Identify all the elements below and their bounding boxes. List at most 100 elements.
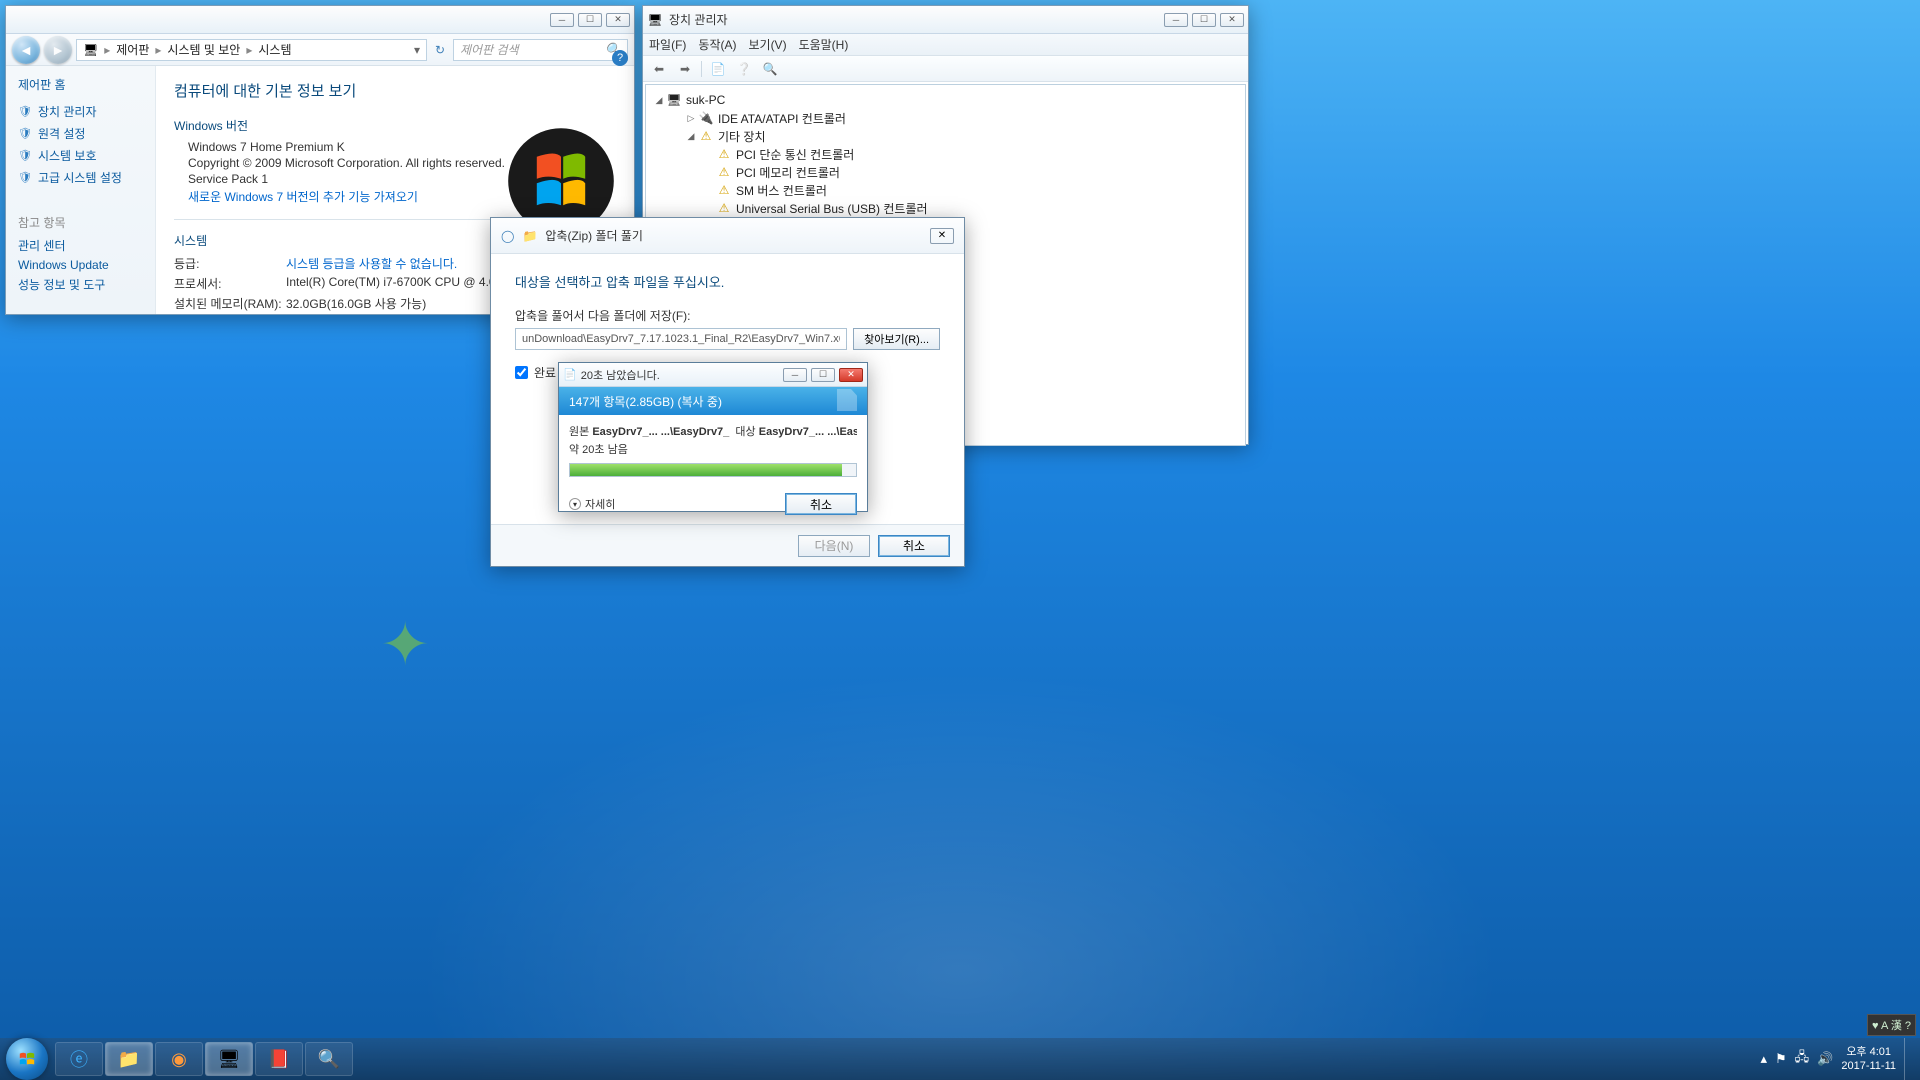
close-button[interactable]: ✕: [839, 368, 863, 382]
tree-label: PCI 단순 통신 컨트롤러: [736, 146, 854, 163]
kv-rating-key: 등급:: [174, 255, 286, 272]
ext-heading: 대상을 선택하고 압축 파일을 푸십시오.: [515, 272, 940, 291]
dm-menubar: 파일(F) 동작(A) 보기(V) 도움말(H): [643, 34, 1248, 56]
close-button[interactable]: ✕: [930, 228, 954, 244]
warning-icon: ⚠: [716, 164, 732, 180]
clock-time: 오후 4:01: [1841, 1045, 1896, 1059]
sidebar-link-remote[interactable]: 🛡원격 설정: [18, 125, 143, 142]
copy-headline-bar: 147개 항목(2.85GB) (복사 중): [559, 387, 867, 415]
menu-file[interactable]: 파일(F): [649, 36, 686, 53]
close-button[interactable]: ✕: [606, 13, 630, 27]
breadcrumb-icon: 🖥: [83, 43, 98, 57]
dm-titlebar[interactable]: 🖥 장치 관리자 ─ ☐ ✕: [643, 6, 1248, 34]
ref-link-label: 성능 정보 및 도구: [18, 276, 105, 293]
ime-indicator[interactable]: ♥ A 漢 ?: [1867, 1014, 1916, 1036]
tb-forward[interactable]: ➡: [675, 59, 695, 79]
pdf-icon: 📕: [268, 1049, 290, 1070]
details-toggle[interactable]: ▾자세히: [569, 496, 615, 512]
tray-chevron-icon[interactable]: ▴: [1760, 1051, 1767, 1067]
page-title: 컴퓨터에 대한 기본 정보 보기: [174, 80, 616, 101]
copy-progress-window: 📄 20초 남았습니다. ─ ☐ ✕ 147개 항목(2.85GB) (복사 중…: [558, 362, 868, 512]
breadcrumb[interactable]: 🖥 ▸ 제어판 ▸ 시스템 및 보안 ▸ 시스템 ▾: [76, 39, 427, 61]
search-placeholder: 제어판 검색: [460, 41, 519, 58]
bc-item-1[interactable]: 시스템 및 보안: [167, 41, 240, 58]
breadcrumb-dropdown[interactable]: ▾: [414, 43, 420, 57]
bc-item-0[interactable]: 제어판: [116, 41, 149, 58]
sidebar-link-device-manager[interactable]: 🛡장치 관리자: [18, 103, 143, 120]
shield-icon: 🛡: [18, 171, 32, 184]
tree-row[interactable]: ⚠SM 버스 컨트롤러: [652, 181, 1239, 199]
ref-link-action-center[interactable]: 관리 센터: [18, 237, 143, 254]
cp-icon: 🖥: [218, 1049, 241, 1070]
forward-button[interactable]: ►: [44, 36, 72, 64]
maximize-button[interactable]: ☐: [811, 368, 835, 382]
menu-help[interactable]: 도움말(H): [799, 36, 849, 53]
ext-titlebar[interactable]: ◯ 📁 압축(Zip) 폴더 풀기 ✕: [491, 218, 964, 254]
control-panel-home-link[interactable]: 제어판 홈: [18, 76, 143, 93]
menu-action[interactable]: 동작(A): [698, 36, 736, 53]
sidebar-link-protection[interactable]: 🛡시스템 보호: [18, 147, 143, 164]
shield-icon: 🛡: [18, 105, 32, 118]
next-button[interactable]: 다음(N): [798, 535, 870, 557]
menu-view[interactable]: 보기(V): [748, 36, 786, 53]
start-button[interactable]: [6, 1038, 48, 1080]
tree-root[interactable]: ◢🖥suk-PC: [652, 91, 1239, 109]
maximize-button[interactable]: ☐: [1192, 13, 1216, 27]
back-arrow-icon[interactable]: ◯: [501, 229, 514, 243]
tb-properties[interactable]: 📄: [708, 59, 728, 79]
show-desktop-button[interactable]: [1904, 1038, 1914, 1080]
ref-link-perf[interactable]: 성능 정보 및 도구: [18, 276, 143, 293]
tray-network-icon[interactable]: 🖧: [1795, 1048, 1810, 1070]
sidebar-link-advanced[interactable]: 🛡 고급 시스템 설정: [18, 169, 143, 186]
cancel-button[interactable]: 취소: [878, 535, 950, 557]
minimize-button[interactable]: ─: [550, 13, 574, 27]
tb-scan[interactable]: 🔍: [760, 59, 780, 79]
browse-button[interactable]: 찾아보기(R)...: [853, 328, 940, 350]
ext-title-text: 압축(Zip) 폴더 풀기: [545, 227, 643, 244]
taskbar-item-explorer[interactable]: 📁: [105, 1042, 153, 1076]
kv-mem-val: 32.0GB(16.0GB 사용 가능): [286, 295, 426, 312]
minimize-button[interactable]: ─: [1164, 13, 1188, 27]
ref-link-label: 관리 센터: [18, 237, 66, 254]
taskbar-item-ie[interactable]: ⓔ: [55, 1042, 103, 1076]
cp-titlebar[interactable]: ─ ☐ ✕: [6, 6, 634, 34]
tree-label: IDE ATA/ATAPI 컨트롤러: [718, 110, 846, 127]
refresh-button[interactable]: ↻: [431, 43, 449, 57]
close-button[interactable]: ✕: [1220, 13, 1244, 27]
sidebar-link-label: 고급 시스템 설정: [38, 169, 122, 186]
bc-item-2[interactable]: 시스템: [258, 41, 291, 58]
details-label: 자세히: [585, 496, 615, 512]
tree-row[interactable]: ⚠Universal Serial Bus (USB) 컨트롤러: [652, 199, 1239, 217]
search-input[interactable]: 제어판 검색 🔍: [453, 39, 628, 61]
tree-row[interactable]: ▷🔌IDE ATA/ATAPI 컨트롤러: [652, 109, 1239, 127]
back-button[interactable]: ◄: [12, 36, 40, 64]
warning-icon: ⚠: [716, 146, 732, 162]
taskbar-item-wmp[interactable]: ◉: [155, 1042, 203, 1076]
clock[interactable]: 오후 4:01 2017-11-11: [1841, 1045, 1896, 1073]
help-icon[interactable]: ?: [612, 50, 628, 66]
copy-titlebar[interactable]: 📄 20초 남았습니다. ─ ☐ ✕: [559, 363, 867, 387]
ref-link-windows-update[interactable]: Windows Update: [18, 258, 143, 272]
shield-icon: 🛡: [18, 127, 32, 140]
maximize-button[interactable]: ☐: [578, 13, 602, 27]
tb-back[interactable]: ⬅: [649, 59, 669, 79]
taskbar-item-control-panel[interactable]: 🖥: [205, 1042, 253, 1076]
minimize-button[interactable]: ─: [783, 368, 807, 382]
copy-src-line: 원본 EasyDrv7_... ...\EasyDrv7_ 대상 EasyDrv…: [569, 423, 857, 439]
taskbar-item-acrobat[interactable]: 📕: [255, 1042, 303, 1076]
tree-twisty[interactable]: ▷: [684, 113, 698, 124]
extract-path-input[interactable]: [515, 328, 847, 350]
chevron-right-icon: ▸: [104, 43, 110, 57]
taskbar-item-search[interactable]: 🔍: [305, 1042, 353, 1076]
tree-twisty[interactable]: ◢: [684, 131, 698, 142]
kv-rating-val[interactable]: 시스템 등급을 사용할 수 없습니다.: [286, 255, 457, 272]
ext-path-label: 압축을 풀어서 다음 폴더에 저장(F):: [515, 307, 940, 324]
tree-row[interactable]: ⚠PCI 단순 통신 컨트롤러: [652, 145, 1239, 163]
tree-row[interactable]: ⚠PCI 메모리 컨트롤러: [652, 163, 1239, 181]
tb-help-icon[interactable]: ❔: [734, 59, 754, 79]
tray-flag-icon[interactable]: ⚑: [1775, 1051, 1787, 1067]
checkbox-input[interactable]: [515, 366, 528, 379]
cancel-button[interactable]: 취소: [785, 493, 857, 515]
tray-volume-icon[interactable]: 🔊: [1817, 1051, 1833, 1067]
tree-row[interactable]: ◢⚠기타 장치: [652, 127, 1239, 145]
